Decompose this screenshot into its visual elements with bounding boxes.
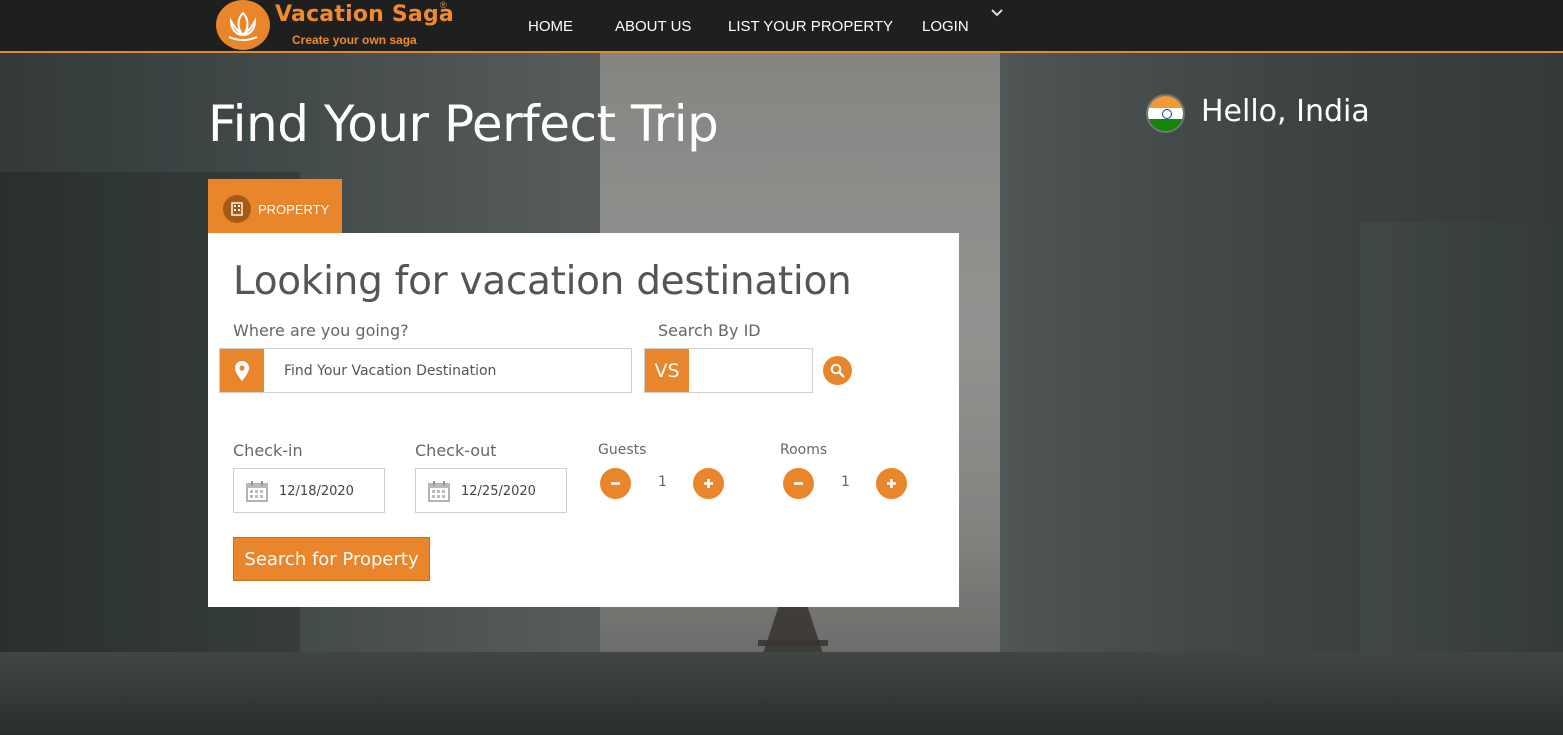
rooms-count: 1 (841, 474, 850, 490)
brand-name[interactable]: Vacation Saga (275, 2, 454, 27)
search-card-title: Looking for vacation destination (233, 259, 852, 304)
search-by-id-label: Search By ID (658, 321, 761, 340)
checkout-date-value: 12/25/2020 (461, 484, 536, 499)
rooms-increment-button[interactable] (876, 468, 907, 499)
plus-icon (704, 479, 713, 488)
top-nav: Vacation Saga ® Create your own saga HOM… (0, 0, 1563, 53)
chevron-down-icon[interactable] (990, 6, 1004, 20)
destination-label: Where are you going? (233, 321, 409, 340)
building-icon (223, 195, 251, 223)
property-id-input[interactable] (689, 349, 811, 392)
brand-registered-mark: ® (440, 0, 447, 10)
checkout-date-picker[interactable]: 12/25/2020 (415, 468, 567, 513)
page-title: Find Your Perfect Trip (208, 95, 719, 153)
minus-icon (611, 482, 620, 485)
minus-icon (794, 482, 803, 485)
calendar-icon (246, 481, 268, 502)
search-by-id-field: VS (644, 348, 813, 393)
guests-count: 1 (658, 474, 667, 490)
brand-tagline: Create your own saga (292, 33, 417, 47)
search-icon[interactable] (823, 356, 852, 385)
rooms-decrement-button[interactable] (783, 468, 814, 499)
lotus-logo-icon[interactable] (216, 0, 270, 50)
plus-icon (887, 479, 896, 488)
id-prefix: VS (645, 349, 689, 392)
guests-increment-button[interactable] (693, 468, 724, 499)
nav-list-your-property[interactable]: LIST YOUR PROPERTY (728, 18, 893, 35)
checkin-date-picker[interactable]: 12/18/2020 (233, 468, 385, 513)
map-pin-icon (220, 349, 264, 392)
destination-field (219, 348, 632, 393)
nav-home[interactable]: HOME (528, 18, 573, 35)
checkin-label: Check-in (233, 441, 303, 460)
tab-property[interactable]: PROPERTY (208, 179, 342, 234)
nav-login[interactable]: LOGIN (922, 18, 969, 35)
checkin-date-value: 12/18/2020 (279, 484, 354, 499)
nav-about-us[interactable]: ABOUT US (615, 18, 691, 35)
checkout-label: Check-out (415, 441, 497, 460)
tab-property-label: PROPERTY (258, 202, 330, 217)
calendar-icon (428, 481, 450, 502)
search-property-button[interactable]: Search for Property (233, 537, 430, 581)
guests-decrement-button[interactable] (600, 468, 631, 499)
guests-label: Guests (598, 442, 647, 458)
greeting-text: Hello, India (1201, 94, 1370, 129)
india-flag-icon[interactable] (1148, 96, 1183, 131)
rooms-label: Rooms (780, 442, 828, 458)
search-card: Looking for vacation destination Where a… (208, 233, 959, 607)
destination-input[interactable] (264, 349, 630, 392)
